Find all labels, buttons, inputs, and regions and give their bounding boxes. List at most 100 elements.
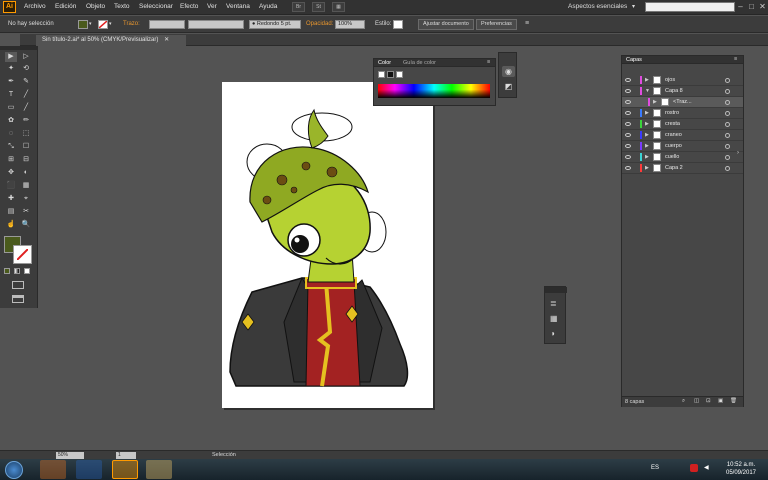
layers-panel-menu-icon[interactable]: ≡ (734, 56, 737, 62)
blend-tool-icon[interactable]: ▦ (20, 181, 32, 191)
target-ring-icon[interactable] (725, 122, 730, 127)
hand-tool-icon[interactable]: ☝ (5, 220, 17, 230)
layer-name[interactable]: rostro (665, 110, 679, 116)
bridge-button[interactable]: Br (292, 2, 305, 12)
chevron-right-icon[interactable]: ▶ (653, 99, 657, 105)
visibility-eye-icon[interactable] (625, 122, 631, 126)
direct-selection-tool-icon[interactable]: ▷ (20, 52, 32, 62)
target-ring-icon[interactable] (725, 111, 730, 116)
rectangle-tool-icon[interactable]: ▭ (5, 103, 17, 113)
layer-row[interactable]: ▶ rostro (622, 108, 743, 119)
layer-row[interactable]: ▶ <Traz... (622, 97, 743, 108)
tab-color-guide[interactable]: Guía de color (403, 60, 436, 66)
delete-layer-icon[interactable]: 🗑 (730, 398, 737, 404)
menu-seleccionar[interactable]: Seleccionar (139, 3, 173, 10)
artboard-tool-icon[interactable]: ▤ (5, 207, 17, 217)
artboard[interactable] (222, 82, 433, 408)
type-tool-icon[interactable]: T (5, 90, 17, 100)
layer-row[interactable]: ▶ cresta (622, 119, 743, 130)
line-tool-icon[interactable]: ╱ (20, 90, 32, 100)
gradient-tool-icon[interactable]: ◐ (20, 168, 32, 178)
floating-panel-grip[interactable] (545, 287, 567, 293)
current-tool-status[interactable]: Selección (212, 452, 236, 458)
style-swatch[interactable] (393, 20, 403, 29)
chevron-right-icon[interactable]: ▶ (645, 121, 649, 127)
taskbar-clock[interactable]: 10:52 a.m. 05/09/2017 (716, 461, 766, 477)
fill-dropdown-icon[interactable]: ▾ (89, 21, 92, 27)
none-mode-icon[interactable] (24, 268, 30, 274)
layer-row[interactable]: ▶ Capa 2 (622, 163, 743, 174)
tray-app-icon[interactable] (690, 464, 698, 472)
color-panel-menu-icon[interactable]: ≡ (487, 59, 490, 65)
volume-icon[interactable]: ◀ (704, 464, 709, 471)
tools-panel-grip[interactable] (0, 46, 38, 50)
illustrator-taskbar-icon[interactable] (112, 460, 138, 479)
visibility-eye-icon[interactable] (625, 144, 631, 148)
color-spectrum[interactable] (378, 84, 490, 98)
menu-texto[interactable]: Texto (114, 3, 130, 10)
blob-brush-tool-icon[interactable]: ✿ (5, 116, 17, 126)
chevron-right-icon[interactable]: ▶ (645, 110, 649, 116)
clipping-mask-icon[interactable]: ◫ (694, 398, 699, 404)
media-player-icon[interactable] (76, 460, 102, 479)
lasso-tool-icon[interactable]: ⟲ (20, 64, 32, 74)
visibility-eye-icon[interactable] (625, 78, 631, 82)
gradient-mode-icon[interactable] (14, 268, 20, 274)
layer-name[interactable]: cuello (665, 154, 679, 160)
target-ring-icon[interactable] (725, 166, 730, 171)
transparency-panel-icon[interactable]: ◑ (550, 329, 555, 338)
layer-name[interactable]: ojos (665, 77, 675, 83)
color-mode-icon[interactable] (4, 268, 10, 274)
control-menu-icon[interactable]: ≡ (525, 20, 529, 27)
language-indicator[interactable]: ES (651, 465, 659, 471)
layer-name[interactable]: Capa 2 (665, 165, 683, 171)
screen-mode-icon[interactable] (12, 295, 24, 303)
stroke-swatch[interactable] (98, 20, 108, 29)
help-search-input[interactable] (645, 2, 735, 12)
locate-object-icon[interactable]: ⌕ (682, 398, 685, 405)
chevron-right-icon[interactable]: ▶ (645, 165, 649, 171)
stroke-color-box[interactable] (13, 245, 32, 264)
layer-row[interactable]: ▶ ojos (622, 75, 743, 86)
panel-collapse-icon[interactable]: › (737, 150, 739, 156)
layer-name[interactable]: Capa 8 (665, 88, 683, 94)
document-tab[interactable]: Sin título-2.ai* al 50% (CMYK/Previsuali… (36, 35, 186, 46)
selection-tool-icon[interactable]: ▶ (5, 52, 17, 62)
rotate-tool-icon[interactable]: ◌ (5, 129, 17, 139)
chevron-right-icon[interactable]: ▶ (645, 154, 649, 160)
layer-row[interactable]: ▶ cuello (622, 152, 743, 163)
stroke-label[interactable]: Trazo: (123, 21, 140, 27)
zoom-tool-icon[interactable]: 🔍 (20, 220, 32, 230)
mesh-tool-icon[interactable]: ✥ (5, 168, 17, 178)
preferences-button[interactable]: Preferencias (476, 19, 517, 30)
visibility-eye-icon[interactable] (625, 100, 631, 104)
chevron-right-icon[interactable]: ▶ (645, 132, 649, 138)
file-explorer-icon[interactable] (146, 460, 172, 479)
menu-archivo[interactable]: Archivo (24, 3, 46, 10)
workspace-switcher[interactable]: Aspectos esenciales (568, 3, 627, 10)
menu-objeto[interactable]: Objeto (86, 3, 105, 10)
arrange-documents-button[interactable]: ▦ (332, 2, 345, 12)
color-panel-icon[interactable]: ◉ (502, 66, 515, 77)
layer-row[interactable]: ▶ craneo (622, 130, 743, 141)
stroke-dropdown-icon[interactable]: ▾ (109, 21, 112, 27)
menu-ayuda[interactable]: Ayuda (259, 3, 277, 10)
visibility-eye-icon[interactable] (625, 111, 631, 115)
artboard-number-field[interactable]: 1 (116, 452, 136, 459)
target-ring-icon[interactable] (725, 89, 730, 94)
color-guide-icon[interactable]: ◩ (502, 81, 515, 92)
zoom-field[interactable]: 50% (56, 452, 84, 459)
layer-name[interactable]: cuerpo (665, 143, 682, 149)
brush-definition-field[interactable]: ● Redondo 5 pt. (249, 20, 301, 29)
firefox-icon[interactable] (40, 460, 66, 479)
chevron-down-icon[interactable]: ▼ (645, 88, 650, 94)
magic-wand-tool-icon[interactable]: ✦ (5, 64, 17, 74)
fill-swatch[interactable] (78, 20, 88, 29)
start-button[interactable] (5, 461, 23, 479)
layer-name[interactable]: <Traz... (673, 99, 692, 105)
gradient-panel-icon[interactable]: ▦ (550, 314, 558, 323)
width-tool-icon[interactable]: ⤡ (5, 142, 17, 152)
menu-edicion[interactable]: Edición (55, 3, 76, 10)
close-tab-icon[interactable]: ✕ (164, 37, 169, 43)
visibility-eye-icon[interactable] (625, 155, 631, 159)
